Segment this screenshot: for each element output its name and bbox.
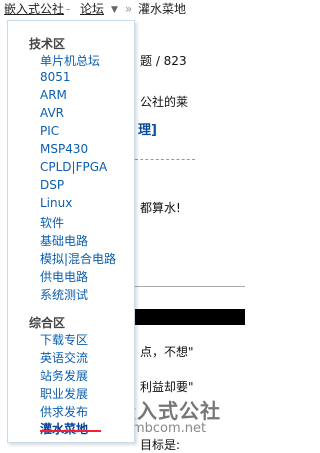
menu-item-8051[interactable]: 8051 — [40, 70, 71, 84]
bg-text-5: 点，不想" — [140, 345, 194, 359]
menu-item-mcu[interactable]: 单片机总坛 — [40, 52, 100, 69]
menu-item-software[interactable]: 软件 — [40, 214, 64, 231]
menu-item-system-test[interactable]: 系统测试 — [40, 286, 88, 303]
group-heading-tech: 技术区 — [29, 37, 66, 51]
menu-item-dsp[interactable]: DSP — [40, 178, 64, 192]
forum-dropdown-menu: 技术区 单片机总坛 8051 ARM AVR PIC MSP430 CPLD|F… — [7, 20, 135, 443]
menu-item-linux[interactable]: Linux — [40, 196, 72, 210]
menu-item-analog-mixed[interactable]: 模拟|混合电路 — [40, 250, 116, 267]
menu-item-basic-circuit[interactable]: 基础电路 — [40, 232, 88, 249]
menu-item-water-garden[interactable]: 灌水菜地 — [40, 420, 88, 437]
black-bar — [135, 309, 245, 325]
breadcrumb-separator: - — [66, 2, 71, 16]
menu-item-download[interactable]: 下载专区 — [40, 331, 88, 348]
menu-item-career[interactable]: 职业发展 — [40, 385, 88, 402]
menu-item-site-dev[interactable]: 站务发展 — [40, 367, 88, 384]
menu-item-english[interactable]: 英语交流 — [40, 349, 88, 366]
menu-item-pic[interactable]: PIC — [40, 124, 59, 138]
breadcrumb-forum-link[interactable]: 论坛 — [80, 0, 104, 18]
breadcrumb: 嵌入式公社 - 论坛 ▼ » 灌水菜地 — [0, 0, 250, 20]
watermark-url: embcom.net — [124, 421, 207, 436]
bg-text-6: 利益却要" — [140, 380, 194, 394]
menu-item-power-circuit[interactable]: 供电电路 — [40, 268, 88, 285]
breadcrumb-site-link[interactable]: 嵌入式公社 — [4, 0, 64, 18]
breadcrumb-chevron-icon: » — [125, 2, 133, 16]
bg-text-1: 题 / 823 — [140, 54, 187, 68]
bg-text-2: 公社的莱 — [140, 95, 189, 109]
menu-item-msp430[interactable]: MSP430 — [40, 142, 88, 156]
divider — [135, 286, 245, 287]
bg-text-7: 目标是: — [140, 438, 181, 452]
menu-item-arm[interactable]: ARM — [40, 88, 67, 102]
active-item-underline — [40, 430, 101, 432]
menu-item-cpld-fpga[interactable]: CPLD|FPGA — [40, 160, 107, 174]
menu-item-supply-demand[interactable]: 供求发布 — [40, 403, 88, 420]
breadcrumb-current: 灌水菜地 — [138, 2, 187, 16]
group-heading-general: 综合区 — [29, 316, 66, 330]
menu-item-avr[interactable]: AVR — [40, 106, 64, 120]
divider — [135, 159, 195, 160]
chevron-down-icon[interactable]: ▼ — [111, 1, 118, 19]
bg-text-3: 理] — [138, 123, 157, 138]
bg-text-4: 都算水! — [140, 201, 181, 215]
